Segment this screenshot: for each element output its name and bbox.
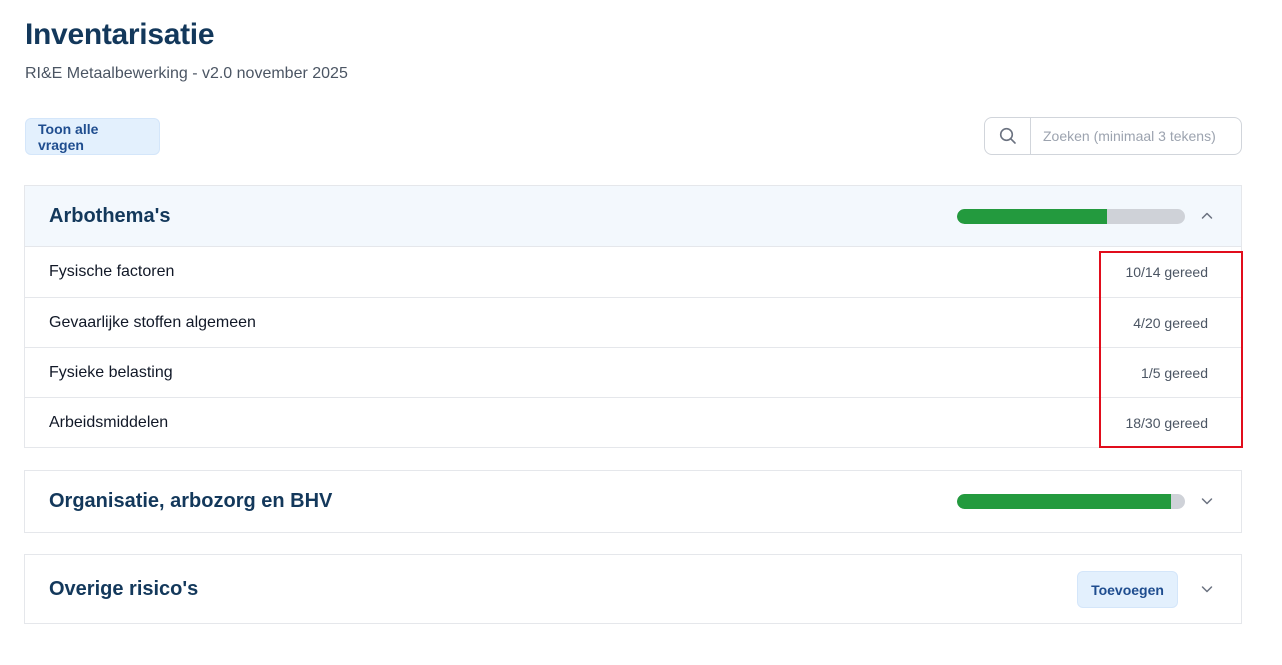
topic-label: Fysische factoren	[49, 263, 175, 280]
topic-row-fysieke-belasting[interactable]: Fysieke belasting 1/5 gereed	[25, 347, 1241, 397]
progress-fill	[957, 494, 1172, 509]
section-header-arbothemas[interactable]: Arbothema's	[25, 186, 1241, 247]
section-overige-risicos: Overige risico's Toevoegen	[24, 554, 1242, 624]
show-all-questions-button[interactable]: Toon alle vragen	[25, 118, 160, 155]
chevron-down-icon[interactable]	[1197, 579, 1217, 599]
topic-label: Arbeidsmiddelen	[49, 413, 169, 431]
chevron-down-icon[interactable]	[1197, 491, 1217, 511]
search-icon[interactable]	[985, 118, 1031, 154]
topic-row-fysische-factoren[interactable]: Fysische factoren 10/14 gereed	[25, 247, 1241, 297]
add-button[interactable]: Toevoegen	[1077, 571, 1178, 608]
section-title: Overige risico's	[49, 577, 199, 600]
topic-list: Fysische factoren 10/14 gereed Gevaarlij…	[25, 247, 1241, 447]
topic-status: 4/20 gereed	[1133, 314, 1208, 331]
section-header-overige-risicos[interactable]: Overige risico's Toevoegen	[25, 555, 1241, 623]
section-organisatie: Organisatie, arbozorg en BHV	[24, 470, 1242, 533]
topic-row-gevaarlijke-stoffen[interactable]: Gevaarlijke stoffen algemeen 4/20 gereed	[25, 297, 1241, 347]
topic-row-arbeidsmiddelen[interactable]: Arbeidsmiddelen 18/30 gereed	[25, 397, 1241, 447]
page-title: Inventarisatie	[25, 18, 215, 51]
topic-label: Fysieke belasting	[49, 363, 173, 381]
section-arbothemas: Arbothema's Fysische factoren 10/14 gere…	[24, 185, 1242, 448]
progress-bar	[957, 494, 1185, 509]
chevron-up-icon[interactable]	[1197, 206, 1217, 226]
section-header-organisatie[interactable]: Organisatie, arbozorg en BHV	[25, 471, 1241, 532]
topic-label: Gevaarlijke stoffen algemeen	[49, 313, 256, 331]
topic-status: 18/30 gereed	[1125, 414, 1208, 431]
topic-status: 1/5 gereed	[1141, 364, 1208, 381]
page-subtitle: RI&E Metaalbewerking - v2.0 november 202…	[25, 65, 348, 82]
progress-bar	[957, 209, 1185, 224]
search-box	[984, 117, 1242, 155]
topic-status: 10/14 gereed	[1125, 264, 1208, 280]
search-input[interactable]	[1031, 118, 1241, 154]
progress-fill	[957, 209, 1108, 224]
